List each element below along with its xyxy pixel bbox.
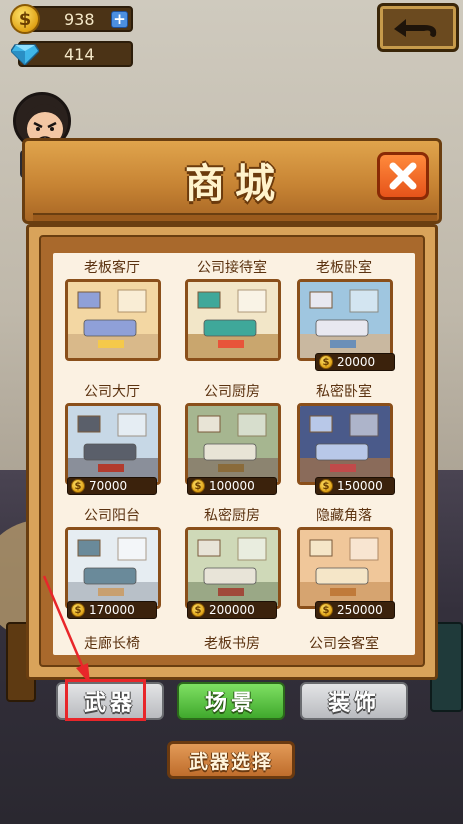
room-thumbnail [297, 279, 393, 361]
price-value: 150000 [337, 479, 383, 493]
price-tag: $200000 [187, 601, 277, 619]
pointer-arrow [42, 575, 90, 684]
coin-icon: $ [71, 479, 85, 493]
price-tag: $70000 [67, 477, 157, 495]
shop-item-name: 公司厨房 [204, 384, 260, 400]
tab-decor[interactable]: 装饰 [300, 682, 408, 720]
shop-item-name[interactable]: 老板书房 [177, 633, 287, 653]
weapon-tab-highlight [65, 679, 146, 721]
shop-item-name: 老板客厅 [84, 260, 140, 276]
back-button[interactable] [377, 3, 459, 52]
shop-item[interactable]: 公司接待室 [177, 253, 287, 375]
price-value: 20000 [337, 355, 376, 369]
shop-item-name: 私密卧室 [316, 384, 372, 400]
coin-icon: $ [191, 479, 205, 493]
shop-item-name: 隐藏角落 [316, 508, 372, 524]
shop-item[interactable]: 老板客厅 [57, 253, 167, 375]
coin-counter: $ 938 + [10, 4, 133, 34]
gem-counter: 414 [10, 41, 133, 67]
room-thumbnail [185, 527, 281, 609]
shop-item[interactable]: 老板卧室 $20000 [289, 253, 399, 375]
room-thumbnail [185, 403, 281, 485]
price-value: 70000 [89, 479, 128, 493]
room-thumbnail [297, 527, 393, 609]
coin-icon: $ [191, 603, 205, 617]
price-tag: $250000 [315, 601, 395, 619]
price-value: 100000 [209, 479, 255, 493]
dialog-header: 商城 [22, 138, 442, 224]
add-coins-button[interactable]: + [111, 11, 128, 28]
weapon-select-button[interactable]: 武器选择 [167, 741, 295, 779]
shop-item-name: 公司阳台 [84, 508, 140, 524]
price-value: 200000 [209, 603, 255, 617]
price-tag: $100000 [187, 477, 277, 495]
coin-icon: $ [319, 603, 333, 617]
shop-item-name: 老板卧室 [316, 260, 372, 276]
gem-amount: 414 [64, 45, 95, 64]
close-icon [389, 162, 417, 190]
tab-scene[interactable]: 场景 [177, 682, 285, 720]
price-value: 250000 [337, 603, 383, 617]
room-thumbnail [185, 279, 281, 361]
coin-icon: $ [319, 479, 333, 493]
shop-item[interactable]: 隐藏角落 $250000 [289, 501, 399, 623]
price-tag: $20000 [315, 353, 395, 371]
shop-item-name: 私密厨房 [204, 508, 260, 524]
room-thumbnail [297, 403, 393, 485]
coin-icon: $ [319, 355, 333, 369]
shop-item-name: 公司大厅 [84, 384, 140, 400]
diamond-icon [8, 37, 42, 71]
shop-item-name: 公司接待室 [197, 260, 267, 276]
price-tag: $150000 [315, 477, 395, 495]
shop-item[interactable]: 私密卧室 $150000 [289, 377, 399, 499]
room-thumbnail [65, 403, 161, 485]
coin-amount: 938 [64, 10, 95, 29]
shop-item[interactable]: 私密厨房 $200000 [177, 501, 287, 623]
shop-item[interactable]: 公司大厅 $70000 [57, 377, 167, 499]
coin-icon: $ [8, 2, 42, 36]
room-thumbnail [65, 279, 161, 361]
back-arrow-icon [394, 18, 437, 37]
close-button[interactable] [377, 152, 429, 200]
shop-item-name[interactable]: 公司会客室 [289, 633, 399, 653]
shop-item[interactable]: 公司厨房 $100000 [177, 377, 287, 499]
